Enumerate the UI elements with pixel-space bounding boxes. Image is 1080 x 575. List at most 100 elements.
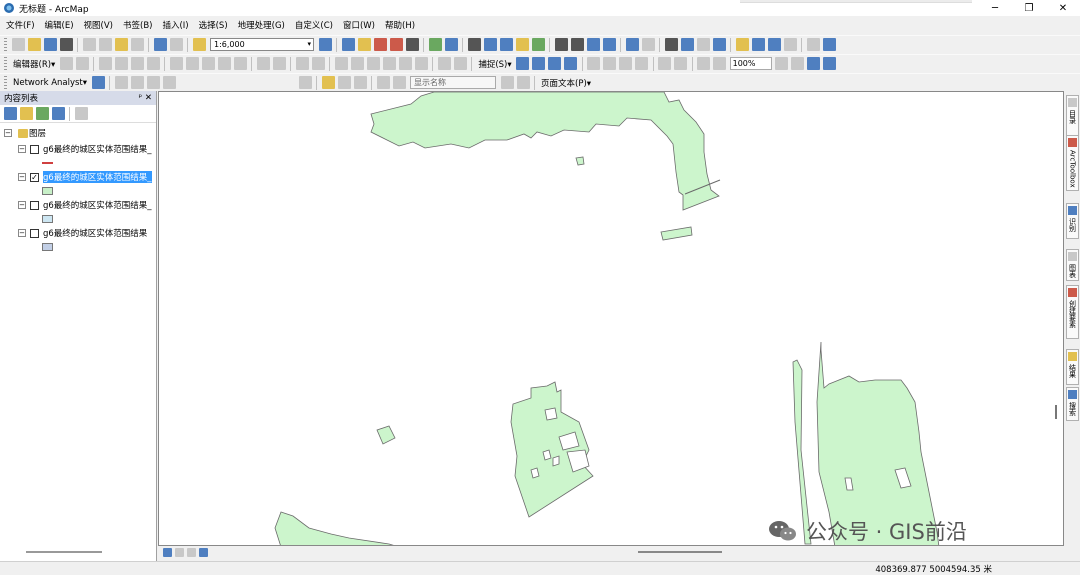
layout-view-icon[interactable] xyxy=(174,548,184,557)
end-snapping-icon[interactable] xyxy=(532,57,546,70)
map-horizontal-scrollbar[interactable] xyxy=(638,551,722,553)
previous-page-icon[interactable] xyxy=(392,76,406,89)
snapping-menu-button[interactable]: 捕捉(S)▾ xyxy=(475,58,514,70)
dock-tab-search[interactable]: 搜索 xyxy=(1066,387,1079,421)
trace-icon[interactable] xyxy=(130,57,144,70)
delete-icon[interactable] xyxy=(130,38,144,51)
toc-options-icon[interactable] xyxy=(74,107,88,120)
toc-horizontal-scrollbar[interactable] xyxy=(26,551,102,553)
layer-visibility-checkbox[interactable] xyxy=(30,144,39,154)
select-elements-icon[interactable] xyxy=(664,38,678,51)
layer-name[interactable]: g6最终的城区实体范围结果_ xyxy=(43,143,152,155)
layout-forward-icon[interactable] xyxy=(713,57,727,70)
reshape-icon[interactable] xyxy=(185,57,199,70)
collapse-icon[interactable]: − xyxy=(18,173,26,181)
straight-segment-icon[interactable] xyxy=(98,57,112,70)
map-canvas[interactable] xyxy=(159,92,1064,546)
next-page-icon[interactable] xyxy=(500,76,514,89)
search-window-icon[interactable] xyxy=(373,38,387,51)
layout-back-icon[interactable] xyxy=(697,57,711,70)
menu-customize[interactable]: 自定义(C) xyxy=(295,19,333,31)
menu-insert[interactable]: 插入(I) xyxy=(162,19,188,31)
help-icon[interactable] xyxy=(444,38,458,51)
arctoolbox-icon[interactable] xyxy=(389,38,403,51)
menu-view[interactable]: 视图(V) xyxy=(84,19,113,31)
pause-drawing-icon[interactable] xyxy=(198,548,208,557)
collapse-icon[interactable]: − xyxy=(18,229,26,237)
python-window-icon[interactable] xyxy=(405,38,419,51)
layer-item[interactable]: − g6最终的城区实体范围结果_ xyxy=(4,143,156,155)
directions-icon[interactable] xyxy=(162,76,176,89)
save-icon[interactable] xyxy=(43,38,57,51)
find-icon[interactable] xyxy=(751,38,765,51)
smooth-icon[interactable] xyxy=(453,57,467,70)
toc-close-icon[interactable]: ✕ xyxy=(145,93,152,103)
dock-tab-identify[interactable]: 识别 xyxy=(1066,203,1079,239)
layer-item[interactable]: − g6最终的城区实体范围结果 xyxy=(4,227,156,239)
measure-icon[interactable] xyxy=(735,38,749,51)
sketch-properties-icon[interactable] xyxy=(272,57,286,70)
map-display[interactable] xyxy=(158,91,1064,546)
layer-symbol[interactable] xyxy=(4,239,156,255)
menu-help[interactable]: 帮助(H) xyxy=(385,19,415,31)
list-by-visibility-icon[interactable] xyxy=(35,107,49,120)
network-window-icon[interactable] xyxy=(91,76,105,89)
generalize-icon[interactable] xyxy=(437,57,451,70)
extend-icon[interactable] xyxy=(382,57,396,70)
network-analyst-menu-button[interactable]: Network Analyst▾ xyxy=(10,78,90,88)
fixed-zoom-icon[interactable] xyxy=(658,57,672,70)
menu-file[interactable]: 文件(F) xyxy=(6,19,35,31)
list-by-selection-icon[interactable] xyxy=(51,107,65,120)
forward-extent-icon[interactable] xyxy=(602,38,616,51)
table-window-icon[interactable] xyxy=(341,38,355,51)
edge-snapping-icon[interactable] xyxy=(564,57,578,70)
copy-features-icon[interactable] xyxy=(350,57,364,70)
zoom-in-icon[interactable] xyxy=(483,38,497,51)
page-text-menu-button[interactable]: 页面文本(P)▾ xyxy=(538,77,594,89)
back-extent-icon[interactable] xyxy=(586,38,600,51)
list-by-drawing-order-icon[interactable] xyxy=(3,107,17,120)
model-builder-icon[interactable] xyxy=(428,38,442,51)
solve-icon[interactable] xyxy=(146,76,160,89)
layout-zoom-out-icon[interactable] xyxy=(603,57,617,70)
menu-windows[interactable]: 窗口(W) xyxy=(343,19,375,31)
menu-selection[interactable]: 选择(S) xyxy=(199,19,228,31)
layer-name-selected[interactable]: g6最终的城区实体范围结果_ xyxy=(43,171,152,183)
dropdown-icon[interactable] xyxy=(298,76,312,89)
globe-icon[interactable] xyxy=(531,38,545,51)
clear-selection-icon[interactable] xyxy=(641,38,655,51)
edit-annotation-icon[interactable] xyxy=(75,57,89,70)
editor-menu-button[interactable]: 编辑器(R)▾ xyxy=(10,58,58,70)
topology-icon[interactable] xyxy=(311,57,325,70)
layout-zoom-combo[interactable]: 100% xyxy=(729,57,772,70)
editor-toolbar-icon[interactable] xyxy=(318,38,332,51)
new-document-icon[interactable] xyxy=(11,38,25,51)
paste-icon[interactable] xyxy=(114,38,128,51)
select-features-icon[interactable] xyxy=(625,38,639,51)
layer-item[interactable]: − g6最终的城区实体范围结果_ xyxy=(4,199,156,211)
cut-polygons-icon[interactable] xyxy=(201,57,215,70)
time-slider-icon[interactable] xyxy=(806,38,820,51)
data-driven-pages-setup-icon[interactable] xyxy=(321,76,335,89)
menu-bookmarks[interactable]: 书签(B) xyxy=(123,19,152,31)
attributes-icon[interactable] xyxy=(256,57,270,70)
close-button[interactable]: ✕ xyxy=(1046,0,1080,16)
open-folder-icon[interactable] xyxy=(27,38,41,51)
data-view-icon[interactable] xyxy=(162,548,172,557)
menu-edit[interactable]: 编辑(E) xyxy=(45,19,74,31)
create-network-location-icon[interactable] xyxy=(114,76,128,89)
collapse-icon[interactable]: − xyxy=(4,129,12,137)
split-icon[interactable] xyxy=(217,57,231,70)
advanced-edit-icon[interactable] xyxy=(334,57,348,70)
layer-symbol[interactable] xyxy=(4,183,156,199)
toolbar-grip[interactable] xyxy=(4,37,7,52)
layers-root[interactable]: − 图层 xyxy=(4,127,156,139)
hyperlink-icon[interactable] xyxy=(696,38,710,51)
refresh-pages-icon[interactable] xyxy=(337,76,351,89)
map-vertical-scrollbar[interactable] xyxy=(1055,405,1057,419)
rotate-icon[interactable] xyxy=(233,57,247,70)
first-page-icon[interactable] xyxy=(376,76,390,89)
endpoint-arc-icon[interactable] xyxy=(114,57,128,70)
create-features-icon[interactable] xyxy=(295,57,309,70)
pan-icon[interactable] xyxy=(515,38,529,51)
